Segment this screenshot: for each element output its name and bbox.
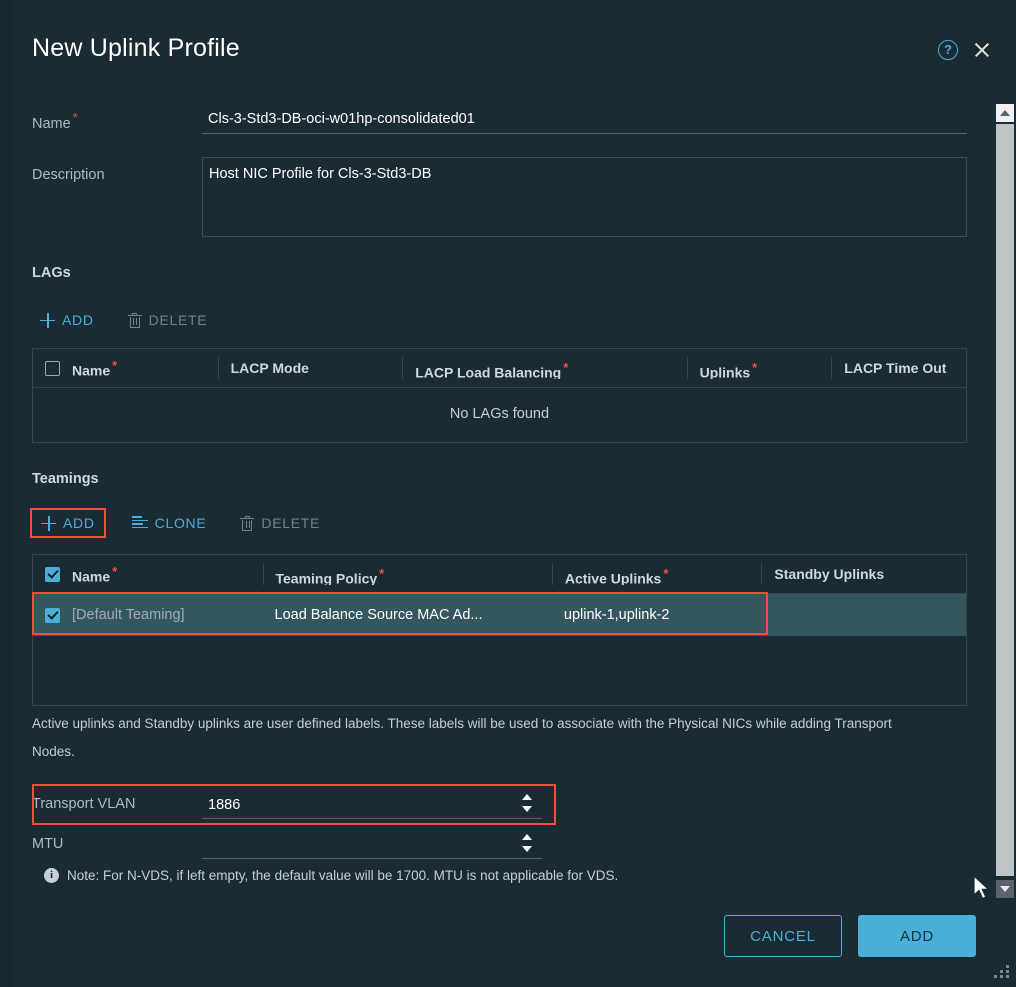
header-actions: ? — [938, 40, 992, 60]
lags-col-uplinks-star: * — [752, 360, 758, 375]
info-icon: i — [44, 868, 59, 883]
teamings-delete-label: DELETE — [261, 515, 321, 531]
new-uplink-profile-dialog: New Uplink Profile ? Name* Description H… — [12, 0, 1016, 987]
teamings-clone-label: CLONE — [154, 515, 207, 531]
description-label-text: Description — [32, 167, 105, 183]
lags-select-all-checkbox[interactable] — [45, 360, 60, 376]
teamings-col-active-uplinks: Active Uplinks * — [551, 563, 762, 585]
scroll-up-arrow-icon[interactable] — [996, 104, 1014, 122]
teamings-row-name-cell: [Default Teaming] — [33, 607, 263, 623]
lags-col-lacp-timeout: LACP Time Out — [831, 357, 966, 379]
trash-icon — [240, 515, 255, 531]
teamings-col-name-label: Name — [72, 568, 111, 585]
teamings-table: Name * Teaming Policy * Active Uplinks * St… — [32, 554, 967, 706]
mtu-stepper[interactable] — [520, 832, 534, 856]
mtu-note-text: Note: For N-VDS, if left empty, the defa… — [67, 868, 619, 883]
lags-table: Name * LACP Mode LACP Load Balancing * Upl… — [32, 348, 967, 443]
lags-col-lacp-lb-label: LACP Load Balancing — [415, 364, 562, 379]
vertical-scrollbar[interactable] — [994, 104, 1016, 898]
lags-delete-button: DELETE — [120, 307, 216, 333]
lags-col-name-star: * — [112, 357, 118, 373]
teamings-col-name: Name * — [33, 563, 263, 585]
name-label-text: Name — [32, 115, 71, 132]
teamings-row-checkbox[interactable] — [45, 607, 60, 623]
lags-col-name: Name * — [33, 357, 218, 379]
lags-toolbar: ADD DELETE — [32, 307, 215, 333]
name-required-star: * — [72, 110, 78, 125]
cancel-button[interactable]: CANCEL — [724, 915, 842, 957]
teamings-add-button[interactable]: ADD — [30, 508, 106, 538]
teamings-col-standby-uplinks: Standby Uplinks — [761, 563, 966, 585]
lags-section-title: LAGs — [32, 265, 71, 281]
close-icon[interactable] — [972, 40, 992, 60]
lags-col-uplinks-label: Uplinks — [699, 364, 751, 379]
lags-empty-message: No LAGs found — [449, 406, 550, 422]
resize-grip[interactable] — [992, 965, 1010, 981]
teamings-add-label: ADD — [63, 515, 95, 531]
teamings-help-text: Active uplinks and Standby uplinks are u… — [32, 716, 892, 759]
teamings-col-policy-star: * — [379, 566, 385, 581]
lags-add-button[interactable]: ADD — [32, 307, 102, 333]
scroll-down-arrow-icon[interactable] — [996, 880, 1014, 898]
dialog-footer: CANCEL ADD — [724, 915, 976, 957]
teamings-row-active-uplinks: uplink-1,uplink-2 — [563, 607, 670, 623]
description-label: Description — [32, 167, 105, 183]
lags-delete-label: DELETE — [148, 312, 208, 328]
teamings-select-all-checkbox[interactable] — [45, 566, 60, 582]
teamings-col-name-star: * — [112, 563, 118, 579]
lags-col-lacp-mode-label: LACP Mode — [230, 360, 309, 376]
teamings-col-active-star: * — [663, 566, 669, 581]
lags-col-uplinks: Uplinks * — [686, 357, 832, 379]
plus-icon — [40, 312, 55, 328]
dialog-header: New Uplink Profile ? — [12, 0, 1016, 86]
teamings-col-standby-label: Standby Uplinks — [774, 566, 885, 582]
teamings-col-policy-label: Teaming Policy — [275, 570, 378, 585]
mtu-label: MTU — [32, 836, 64, 852]
transport-vlan-stepper[interactable] — [520, 792, 534, 816]
teamings-row-name: [Default Teaming] — [72, 607, 185, 623]
name-input[interactable] — [202, 104, 967, 134]
trash-icon — [127, 312, 142, 328]
add-button[interactable]: ADD — [858, 915, 976, 957]
teamings-delete-button: DELETE — [232, 510, 328, 536]
clone-icon — [131, 516, 148, 530]
teamings-col-teaming-policy: Teaming Policy * — [262, 563, 552, 585]
lags-col-lacp-load-balancing: LACP Load Balancing * — [402, 357, 686, 379]
lags-col-name-label: Name — [72, 362, 111, 379]
teamings-toolbar: ADD CLONE DELETE — [30, 508, 328, 538]
lags-col-lacp-timeout-label: LACP Time Out — [844, 360, 947, 376]
transport-vlan-input[interactable] — [202, 791, 542, 819]
plus-icon — [41, 515, 56, 531]
mtu-note: i Note: For N-VDS, if left empty, the de… — [44, 868, 618, 883]
teamings-col-active-label: Active Uplinks — [564, 570, 662, 585]
teamings-clone-button[interactable]: CLONE — [124, 510, 215, 536]
lags-col-lacp-lb-star: * — [563, 360, 569, 375]
transport-vlan-label: Transport VLAN — [32, 796, 136, 812]
scrollbar-thumb[interactable] — [996, 124, 1014, 876]
lags-table-header: Name * LACP Mode LACP Load Balancing * Upl… — [33, 349, 966, 388]
teamings-row-policy: Load Balance Source MAC Ad... — [274, 607, 483, 623]
page-title: New Uplink Profile — [32, 34, 240, 62]
help-circle-icon[interactable]: ? — [938, 40, 958, 60]
mtu-input[interactable] — [202, 831, 542, 859]
description-input[interactable]: Host NIC Profile for Cls-3-Std3-DB — [202, 157, 967, 237]
name-label: Name * — [32, 110, 78, 132]
table-row[interactable]: [Default Teaming] Load Balance Source MA… — [33, 594, 966, 636]
teamings-section-title: Teamings — [32, 471, 99, 487]
lags-col-lacp-mode: LACP Mode — [217, 357, 403, 379]
teamings-table-header: Name * Teaming Policy * Active Uplinks * St… — [33, 555, 966, 594]
lags-add-label: ADD — [62, 312, 94, 328]
